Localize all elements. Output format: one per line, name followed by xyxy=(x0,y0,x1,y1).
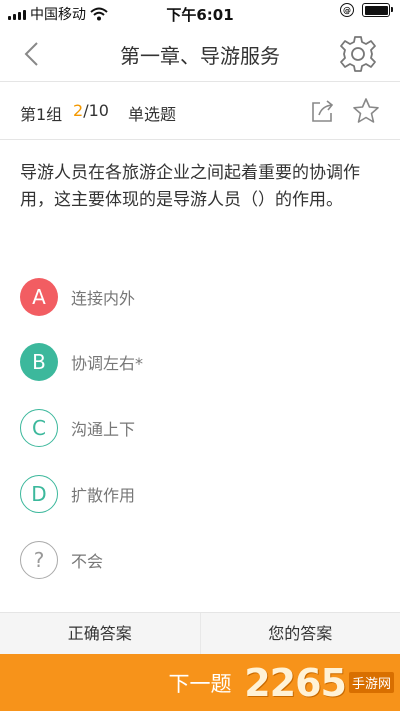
option-unknown-text: 不会 xyxy=(71,552,104,571)
watermark-logo: 2265 手游网 xyxy=(244,656,394,709)
star-icon[interactable] xyxy=(352,97,380,125)
option-b[interactable]: B 协调左右* xyxy=(20,342,380,382)
status-right: @ xyxy=(340,3,393,17)
option-d-text: 扩散作用 xyxy=(71,486,136,505)
option-a[interactable]: A 连接内外 xyxy=(20,277,380,317)
group-label: 第1组 xyxy=(20,105,63,124)
answer-tabs: 正确答案 您的答案 xyxy=(0,612,400,654)
option-unknown[interactable]: ? 不会 xyxy=(20,540,380,580)
option-c-text: 沟通上下 xyxy=(71,420,136,439)
next-question-label: 下一题 xyxy=(168,671,232,696)
current-question-number: 2 xyxy=(73,101,84,120)
option-a-circle: A xyxy=(20,278,58,316)
orientation-lock-icon: @ xyxy=(340,3,354,17)
watermark-number: 2265 xyxy=(244,660,347,705)
question-info-row: 第1组 2/10 单选题 xyxy=(0,82,400,140)
status-bar: 中国移动 下午6:01 @ xyxy=(0,0,400,26)
option-b-text: 协调左右* xyxy=(71,354,144,373)
share-icon[interactable] xyxy=(310,98,336,124)
option-d-circle: D xyxy=(20,475,58,513)
option-c[interactable]: C 沟通上下 xyxy=(20,408,380,448)
option-d[interactable]: D 扩散作用 xyxy=(20,474,380,514)
battery-icon xyxy=(362,3,393,17)
nav-bar: 第一章、导游服务 xyxy=(0,26,400,82)
total-questions: /10 xyxy=(83,101,109,120)
question-progress: 2/10 xyxy=(73,101,109,120)
option-c-circle: C xyxy=(20,409,58,447)
question-text: 导游人员在各旅游企业之间起着重要的协调作用，这主要体现的是导游人员（）的作用。 xyxy=(20,163,360,210)
tab-your-answer[interactable]: 您的答案 xyxy=(201,613,400,654)
question-mark-icon: ? xyxy=(20,541,58,579)
option-a-text: 连接内外 xyxy=(71,289,136,308)
question-type-label: 单选题 xyxy=(128,105,177,124)
tab-correct-answer[interactable]: 正确答案 xyxy=(0,613,200,654)
option-b-circle: B xyxy=(20,343,58,381)
next-question-button[interactable]: 下一题 2265 手游网 xyxy=(0,654,400,711)
watermark-text: 手游网 xyxy=(348,672,394,693)
gear-icon[interactable] xyxy=(338,34,378,74)
